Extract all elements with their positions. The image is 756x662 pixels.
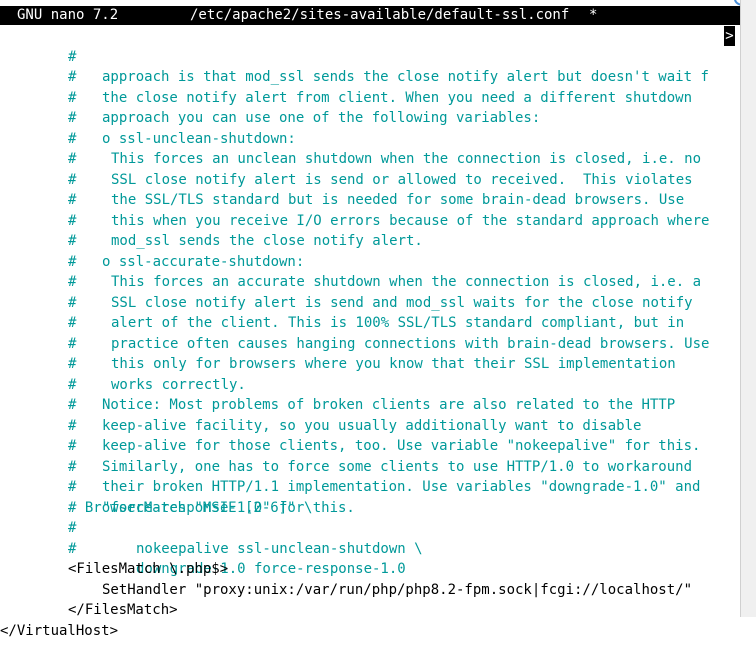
text-line: </FilesMatch>: [0, 580, 178, 618]
line-text: # BrowserMatch "MSIE [2-6]" \: [68, 499, 313, 516]
comment-hash: #: [68, 294, 77, 311]
line-text: this only for browsers where you know th…: [111, 356, 676, 372]
line-text: their broken HTTP/1.1 implementation. Us…: [102, 479, 701, 495]
text-line: </VirtualHost>: [0, 600, 118, 639]
text-line: # nokeepalive ssl-unclean-shutdown \: [0, 498, 423, 557]
text-line: # the SSL/TLS standard but is needed for…: [0, 149, 684, 209]
text-line: # alert of the client. This is 100% SSL/…: [0, 272, 684, 332]
text-line: # their broken HTTP/1.1 implementation. …: [0, 436, 700, 496]
comment-hash: #: [68, 89, 77, 106]
line-text: o ssl-accurate-shutdown:: [102, 253, 305, 270]
comment-hash: #: [68, 540, 77, 557]
text-line: # downgrade-1.0 force-response-1.0: [0, 518, 406, 578]
line-text: Similarly, one has to force some clients…: [102, 458, 693, 475]
comment-hash: #: [68, 212, 77, 229]
text-line: # SSL close notify alert is send and mod…: [0, 252, 693, 311]
comment-hash: #: [68, 397, 77, 413]
comment-hash: #: [68, 69, 77, 85]
line-text: </FilesMatch>: [68, 602, 178, 618]
comment-hash: #: [68, 151, 77, 167]
vertical-scrollbar[interactable]: [740, 0, 756, 617]
line-continues-marker: >: [724, 26, 735, 46]
line-text: nokeepalive ssl-unclean-shutdown \: [136, 540, 423, 557]
line-text: this when you receive I/O errors because…: [111, 212, 710, 229]
comment-hash: #: [68, 356, 77, 372]
comment-hash: #: [68, 192, 77, 208]
text-line: # the close notify alert from client. Wh…: [0, 47, 692, 106]
comment-hash: #: [68, 479, 77, 495]
line-text: </VirtualHost>: [0, 622, 119, 639]
line-text: This forces an unclean shutdown when the…: [111, 151, 702, 167]
line-text: <FilesMatch \.php$>: [68, 561, 229, 577]
line-text: SetHandler "proxy:unix:/var/run/php/php8…: [102, 581, 693, 598]
comment-hash: #: [68, 130, 77, 147]
text-line: # this only for browsers where you know …: [0, 313, 676, 373]
text-line: # Similarly, one has to force some clien…: [0, 416, 692, 475]
text-line: # practice often causes hanging connecti…: [0, 293, 709, 352]
line-text: works correctly.: [111, 376, 246, 393]
text-line: SetHandler "proxy:unix:/var/run/php/php8…: [0, 559, 692, 598]
comment-hash: #: [68, 274, 77, 290]
comment-hash: #: [68, 48, 77, 65]
text-line: # BrowserMatch "MSIE [2-6]" \: [0, 477, 312, 516]
comment-hash: #: [68, 253, 77, 270]
comment-hash: #: [68, 438, 77, 454]
comment-hash: #: [68, 171, 77, 188]
comment-hash: #: [68, 315, 77, 331]
text-line: # approach is that mod_ssl sends the clo…: [0, 26, 735, 85]
editor-name: GNU nano 7.2: [17, 7, 119, 23]
text-line: # approach you can use one of the follow…: [0, 67, 540, 127]
editor-text-area[interactable]: # approach is that mod_ssl sends the clo…: [0, 26, 740, 639]
line-text: SSL close notify alert is send and mod_s…: [111, 294, 693, 311]
text-line: # This forces an unclean shutdown when t…: [0, 108, 701, 168]
comment-hash: #: [68, 458, 77, 475]
text-line: # "force-response-1.0" for this.: [0, 457, 355, 516]
line-text: SSL close notify alert is send or allowe…: [111, 171, 693, 188]
line-text: keep-alive for those clients, too. Use v…: [102, 438, 701, 454]
comment-hash: #: [68, 233, 77, 249]
comment-hash: #: [68, 417, 77, 434]
line-text: o ssl-unclean-shutdown:: [102, 130, 296, 147]
comment-hash: #: [68, 335, 77, 352]
line-text: practice often causes hanging connection…: [111, 335, 710, 352]
text-line: # keep-alive for those clients, too. Use…: [0, 395, 700, 455]
text-line: # SSL close notify alert is send or allo…: [0, 129, 693, 188]
text-line: # This forces an accurate shutdown when …: [0, 231, 701, 291]
text-line: # Notice: Most problems of broken client…: [0, 354, 675, 414]
text-line: # o ssl-accurate-shutdown:: [0, 211, 304, 270]
line-text: approach you can use one of the followin…: [102, 110, 541, 126]
comment-hash: #: [68, 520, 77, 536]
line-text: approach is that mod_ssl sends the close…: [102, 69, 709, 85]
line-text: This forces an accurate shutdown when th…: [111, 274, 702, 290]
line-text: Notice: Most problems of broken clients …: [102, 397, 676, 413]
comment-hash: #: [68, 110, 77, 126]
line-text: the SSL/TLS standard but is needed for s…: [111, 192, 685, 208]
text-line: # works correctly.: [0, 334, 246, 393]
text-line: # keep-alive facility, so you usually ad…: [0, 375, 641, 434]
line-text: alert of the client. This is 100% SSL/TL…: [111, 315, 685, 331]
comment-hash: #: [68, 376, 77, 393]
text-line: # mod_ssl sends the close notify alert.: [0, 190, 423, 250]
file-path: /etc/apache2/sites-available/default-ssl…: [190, 7, 570, 23]
nano-title-bar: GNU nano 7.2 /etc/apache2/sites-availabl…: [0, 6, 740, 25]
line-text: the close notify alert from client. When…: [102, 89, 693, 106]
line-text: mod_ssl sends the close notify alert.: [111, 233, 423, 249]
text-line: # this when you receive I/O errors becau…: [0, 170, 709, 229]
line-text: keep-alive facility, so you usually addi…: [102, 417, 642, 434]
modified-indicator: *: [589, 7, 598, 23]
text-line: <FilesMatch \.php$>: [0, 539, 228, 577]
text-line: # o ssl-unclean-shutdown:: [0, 88, 296, 147]
